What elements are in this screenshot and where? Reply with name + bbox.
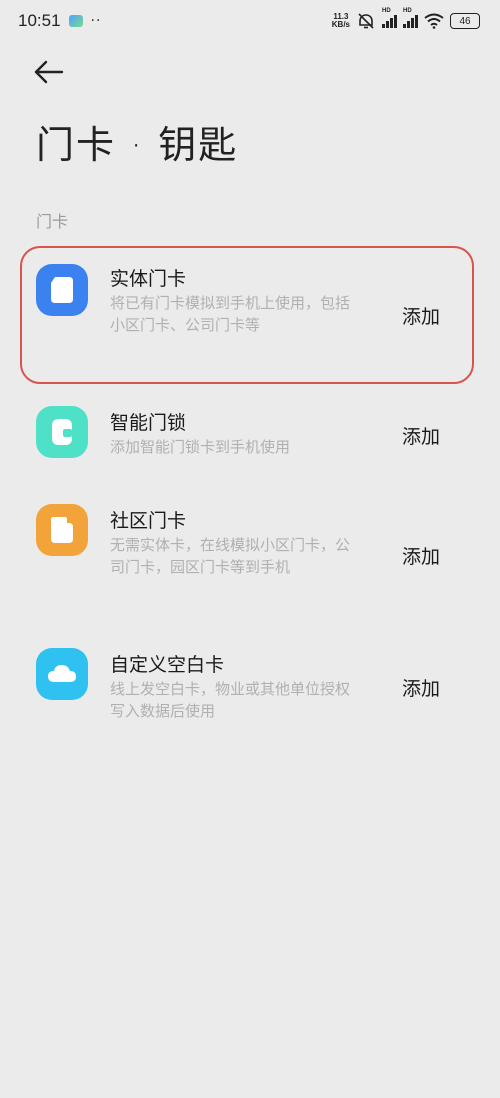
arrow-left-icon [34, 60, 64, 84]
item-description: 添加智能门锁卡到手机使用 [110, 438, 291, 456]
signal-2-icon: HD [403, 8, 418, 28]
cloud-icon [36, 648, 88, 700]
app-notification-icon [68, 15, 83, 27]
section-label: 门卡 [36, 212, 69, 231]
hd-label-2: HD [403, 8, 412, 14]
add-button[interactable]: 添加 [402, 674, 440, 701]
item-title: 智能门锁 [110, 412, 187, 434]
card-icon [36, 264, 88, 316]
item-title: 自定义空白卡 [110, 654, 225, 676]
hd-label-1: HD [382, 8, 391, 14]
item-description: 将已有门卡模拟到手机上使用，包括小区门卡、公司门卡等 [110, 294, 351, 334]
status-right: 11.3 KB/s HD HD 46 [332, 8, 480, 30]
add-button[interactable]: 添加 [402, 422, 440, 449]
add-button[interactable]: 添加 [402, 542, 440, 569]
status-bar: 10:51 ·· 11.3 KB/s HD HD 46 [0, 0, 500, 42]
list-item-custom-blank-card[interactable]: 自定义空白卡 线上发空白卡，物业或其他单位授权写入数据后使用 添加 [36, 648, 456, 728]
more-notifications-icon: ·· [90, 13, 102, 29]
list-item-community-card[interactable]: 社区门卡 无需实体卡，在线模拟小区门卡，公司门卡，园区门卡等到手机 添加 [36, 504, 456, 604]
battery-indicator: 46 [450, 13, 480, 29]
list-item-physical-card[interactable]: 实体门卡 将已有门卡模拟到手机上使用，包括小区门卡、公司门卡等 添加 [36, 262, 456, 372]
list-item-smart-lock[interactable]: 智能门锁 添加智能门锁卡到手机使用 添加 [36, 406, 456, 466]
wifi-icon [424, 13, 444, 29]
item-description: 线上发空白卡，物业或其他单位授权写入数据后使用 [110, 680, 351, 720]
item-title: 实体门卡 [110, 268, 187, 290]
signal-1-icon: HD [382, 8, 397, 28]
item-title: 社区门卡 [110, 510, 187, 532]
network-speed-unit: KB/s [331, 20, 350, 29]
item-description: 无需实体卡，在线模拟小区门卡，公司门卡，园区门卡等到手机 [110, 536, 351, 576]
status-time: 10:51 [18, 11, 61, 30]
network-speed: 11.3 KB/s [332, 13, 350, 29]
page-title: 门卡 · 钥匙 [36, 123, 239, 167]
back-button[interactable] [30, 56, 70, 88]
community-card-icon [36, 504, 88, 556]
add-button[interactable]: 添加 [402, 302, 440, 329]
smart-lock-icon [36, 406, 88, 458]
status-left: 10:51 ·· [18, 11, 101, 31]
alarm-off-icon [358, 13, 374, 29]
